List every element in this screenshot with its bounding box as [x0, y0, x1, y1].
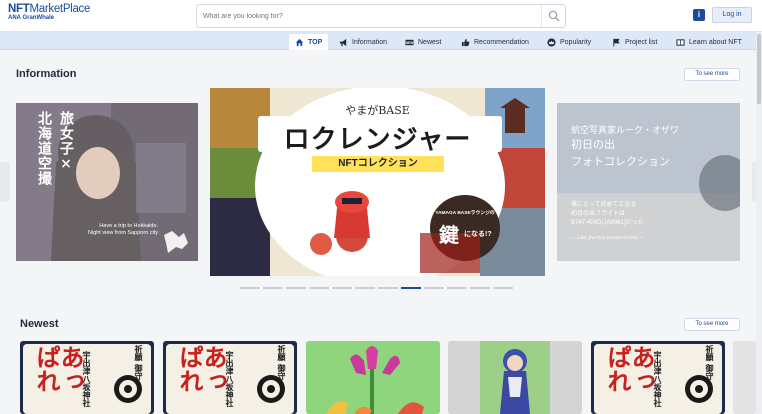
page-scrollbar-thumb[interactable]: [757, 34, 761, 104]
slide-badge-tail: になる!?: [464, 231, 492, 238]
nav-tab-label: Newest: [418, 38, 442, 46]
new-icon: NEW: [405, 39, 414, 45]
search-icon: [548, 10, 559, 22]
omamori-big-kanji: あっぱれ: [175, 345, 228, 393]
omamori-side-kanji: 宇出津八坂神社: [225, 351, 235, 407]
sunrise-line-1: 航空写真家ルーク・オザワ: [571, 126, 679, 136]
newest-section-title: Newest: [20, 318, 59, 330]
information-section-title: Information: [16, 68, 77, 80]
info-icon-button[interactable]: i: [693, 9, 705, 21]
nav-tab-project-list[interactable]: Project list: [612, 34, 657, 50]
nav-tab-label: Project list: [625, 38, 658, 46]
carousel-dot[interactable]: [378, 287, 398, 289]
site-logo[interactable]: NFTMarketPlace ANA GranWhale: [8, 3, 90, 21]
svg-text:NEW: NEW: [406, 40, 414, 44]
sunrise-line-2: 初日の出: [571, 138, 615, 151]
carousel-pagination: [240, 287, 513, 289]
carousel-slide-rokuranger[interactable]: やまがBASE ロクレンジャー NFTコレクション YAMAGA BASEラウン…: [210, 88, 545, 276]
nft-card[interactable]: あっぱれ 宇出津八坂神社 祈願 御守: [591, 341, 725, 414]
login-button[interactable]: Log in: [712, 7, 752, 23]
slide-badge-small: YAMAGA BASEラウンジの: [435, 211, 495, 216]
logo-main-text: NFT: [8, 3, 30, 15]
hokkaido-vertical-text-2: 北海道空撮: [36, 111, 52, 186]
newest-see-more-button[interactable]: To see more: [684, 318, 740, 331]
book-icon: [676, 38, 685, 46]
nft-card[interactable]: あっぱれ 宇出津八坂神社 祈願 御守: [20, 341, 154, 414]
omamori-side-kanji: 宇出津八坂神社: [82, 351, 92, 407]
carousel-slide-first-sunrise[interactable]: 航空写真家ルーク・オザワ 初日の出 フォトコレクション 僕にとって初めてとなる …: [557, 103, 740, 261]
omamori-right-kanji: 祈願 御守: [134, 345, 144, 380]
nav-tab-learn-about-nft[interactable]: Learn about NFT: [676, 34, 742, 50]
logo-sub-text: ANA GranWhale: [8, 15, 55, 21]
carousel-dot[interactable]: [424, 287, 444, 289]
nav-tab-label: Recommendation: [474, 38, 529, 46]
sunrise-small-4: — Luke_the First Sunrise of 2011 —: [571, 235, 644, 240]
nft-card[interactable]: あっぱれ 宇出津八坂神社 祈願 御守: [163, 341, 297, 414]
flag-icon: [613, 38, 620, 47]
nft-card[interactable]: [448, 341, 582, 414]
hokkaido-caption: Have a trip to Hokkaido. Night view from…: [88, 223, 158, 237]
nav-tab-label: Popularity: [560, 38, 592, 46]
information-see-more-button[interactable]: To see more: [684, 68, 740, 81]
nav-tab-top[interactable]: TOP: [289, 34, 329, 50]
sunrise-small-3: B747-400D(JA8961)だった: [571, 220, 644, 226]
omamori-right-kanji: 祈願 御守: [705, 345, 715, 380]
sunrise-line-3: フォトコレクション: [571, 155, 670, 168]
carousel-dot[interactable]: [493, 287, 513, 289]
top-header: NFTMarketPlace ANA GranWhale i Log in: [0, 0, 762, 32]
omamori-right-kanji: 祈願 御守: [277, 345, 287, 380]
crown-icon: [547, 37, 556, 47]
thumbs-up-icon: [461, 38, 470, 46]
nav-tab-information[interactable]: Information: [339, 34, 387, 50]
search-input[interactable]: [203, 5, 533, 27]
carousel-dot[interactable]: [470, 287, 490, 289]
nav-tab-recommendation[interactable]: Recommendation: [461, 34, 529, 50]
carousel-slide-hokkaido[interactable]: 旅女子× 北海道空撮 Have a trip to Hokkaido. Nigh…: [16, 103, 198, 261]
search-button[interactable]: [541, 5, 565, 27]
main-nav: TOP Information NEW Newest Recommendatio…: [0, 32, 762, 50]
home-icon: [295, 38, 304, 46]
carousel-dot[interactable]: [263, 287, 283, 289]
search-bar: [196, 4, 566, 28]
slide-subline: NFTコレクション: [312, 156, 444, 172]
omamori-big-kanji: あっぱれ: [32, 345, 85, 393]
nav-tab-label: Information: [352, 38, 388, 46]
carousel-dot[interactable]: [447, 287, 467, 289]
carousel-dot[interactable]: [286, 287, 306, 289]
slide-headline: ロクレンジャー: [283, 125, 472, 155]
carousel-dot-active[interactable]: [401, 287, 421, 289]
omamori-side-kanji: 宇出津八坂神社: [653, 351, 663, 407]
slide-badge-big: 鍵: [439, 223, 459, 247]
carousel-prev-arrow[interactable]: [0, 162, 10, 202]
nav-tab-label: TOP: [308, 38, 323, 46]
sunrise-small-1: 僕にとって初めてとなる: [571, 202, 637, 208]
nav-tab-label: Learn about NFT: [689, 38, 742, 46]
nav-tab-newest[interactable]: NEW Newest: [405, 34, 441, 50]
carousel-dot[interactable]: [309, 287, 329, 289]
carousel-dot[interactable]: [332, 287, 352, 289]
carousel-dot[interactable]: [240, 287, 260, 289]
flower-card-image: [306, 341, 440, 414]
hokkaido-vertical-text-1: 旅女子×: [58, 111, 74, 173]
nft-card-partial[interactable]: [733, 341, 756, 414]
character-card-image: [448, 341, 582, 414]
nft-card[interactable]: [306, 341, 440, 414]
sunrise-small-2: 初日の出フライトは: [571, 211, 626, 217]
nav-tab-popularity[interactable]: Popularity: [547, 34, 591, 50]
logo-main-rest: MarketPlace: [29, 3, 91, 15]
megaphone-icon: [339, 38, 347, 46]
omamori-big-kanji: あっぱれ: [603, 345, 656, 393]
carousel-dot[interactable]: [355, 287, 375, 289]
slide-top-text: やまがBASE: [345, 104, 410, 117]
